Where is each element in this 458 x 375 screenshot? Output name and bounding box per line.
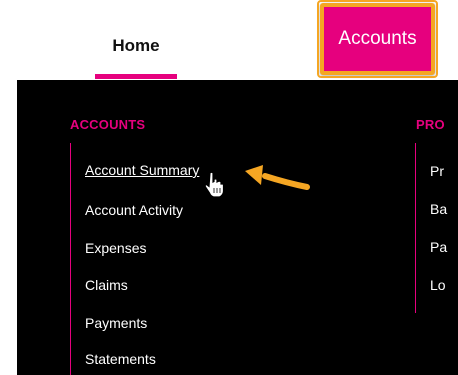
menu-item-account-summary[interactable]: Account Summary [85, 162, 199, 178]
nav-home-active-indicator [95, 74, 177, 79]
menu-item-claims[interactable]: Claims [85, 277, 128, 293]
menu-item-account-activity[interactable]: Account Activity [85, 202, 183, 218]
nav-tab-accounts[interactable]: Accounts [320, 3, 435, 75]
menu-item-statements[interactable]: Statements [85, 351, 156, 367]
nav-tab-home[interactable]: Home [95, 36, 177, 56]
menu-column-title-accounts: ACCOUNTS [70, 117, 146, 132]
menu-item-products-2[interactable]: Ba [430, 201, 458, 217]
column-divider-accounts [70, 143, 71, 375]
accounts-dropdown-menu: ACCOUNTS PRO Account Summary Account Act… [17, 80, 458, 375]
hand-pointer-icon [204, 171, 224, 197]
top-navigation: Home Accounts [0, 0, 458, 80]
yellow-arrow-icon [245, 165, 310, 190]
menu-column-title-products: PRO [416, 117, 445, 132]
column-divider-products [415, 143, 416, 313]
menu-item-expenses[interactable]: Expenses [85, 240, 146, 256]
menu-item-products-1[interactable]: Pr [430, 163, 458, 179]
menu-item-products-4[interactable]: Lo [430, 277, 458, 293]
menu-item-products-3[interactable]: Pa [430, 239, 458, 255]
menu-item-payments[interactable]: Payments [85, 315, 147, 331]
